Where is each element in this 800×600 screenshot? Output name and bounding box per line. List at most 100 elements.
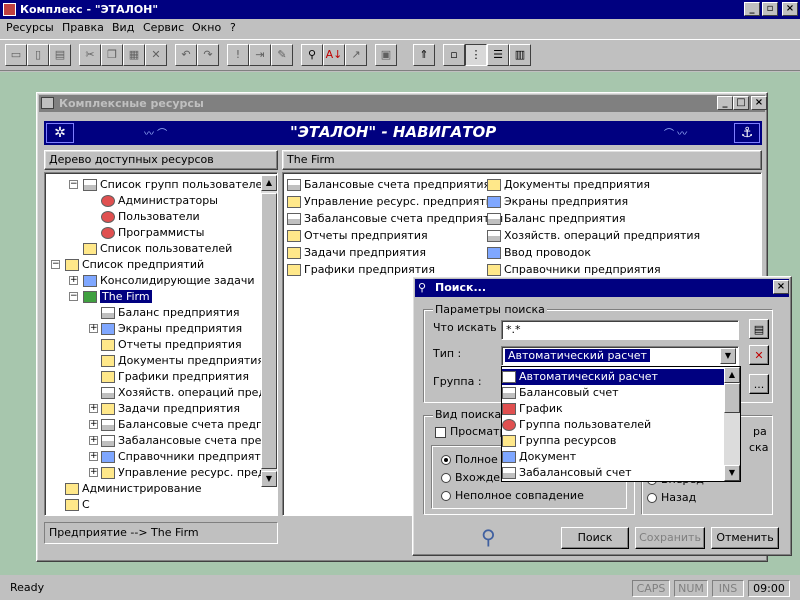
menu-help[interactable]: ? <box>230 21 236 34</box>
restore-button[interactable]: ▫ <box>762 2 778 16</box>
dropdown-option[interactable]: Автоматический расчет <box>502 369 724 385</box>
scroll-down-button[interactable]: ▼ <box>261 471 277 487</box>
clear-button[interactable]: ✕ <box>749 345 769 365</box>
details-icon[interactable]: ▥ <box>509 44 531 66</box>
dropdown-option[interactable]: Группа пользователей <box>502 417 724 433</box>
tree-item[interactable]: Графики предприятия <box>101 369 249 385</box>
tree-expander[interactable]: + <box>89 452 98 461</box>
browse-file-button[interactable]: ▤ <box>749 319 769 339</box>
tree-item[interactable]: Список групп пользователей <box>83 177 269 193</box>
tree-item[interactable]: Администрирование <box>65 481 202 497</box>
tree-item[interactable]: Список пользователей <box>83 241 232 257</box>
tree-item[interactable]: Программисты <box>101 225 204 241</box>
child-minimize-button[interactable]: _ <box>717 96 733 110</box>
tree-expander[interactable]: + <box>89 324 98 333</box>
tree-item-selected[interactable]: The Firm <box>83 289 152 305</box>
dropdown-option[interactable]: Забалансовый счет <box>502 465 724 481</box>
copy-icon[interactable]: ❐ <box>101 44 123 66</box>
properties-icon[interactable]: ▣ <box>375 44 397 66</box>
cancel-button[interactable]: Отменить <box>711 527 779 549</box>
dropdown-scroll-down[interactable]: ▼ <box>724 465 740 481</box>
redo-icon[interactable]: ↷ <box>197 44 219 66</box>
dropdown-scroll-up[interactable]: ▲ <box>724 367 740 383</box>
anchor-icon[interactable]: ⚓ <box>734 123 760 143</box>
resource-tree[interactable]: − Список групп пользователей Администрат… <box>44 172 278 516</box>
sign-icon[interactable]: ↗ <box>345 44 367 66</box>
find-icon[interactable]: ⚲ <box>301 44 323 66</box>
tree-expander[interactable]: − <box>69 180 78 189</box>
tree-expander[interactable]: + <box>89 436 98 445</box>
tree-item[interactable]: Список предприятий <box>65 257 204 273</box>
tree-item[interactable]: Балансовые счета предпри <box>101 417 277 433</box>
list-item[interactable]: Документы предприятия <box>487 177 650 193</box>
menu-view[interactable]: Вид <box>112 21 134 34</box>
menu-edit[interactable]: Правка <box>62 21 104 34</box>
list-item[interactable]: Экраны предприятия <box>487 194 628 210</box>
tree-vscrollbar[interactable]: ▲ ▼ <box>261 175 277 487</box>
child-close-button[interactable]: × <box>751 96 767 110</box>
menu-resources[interactable]: Ресурсы <box>6 21 54 34</box>
undo-icon[interactable]: ↶ <box>175 44 197 66</box>
sort-az-icon[interactable]: A↓ <box>323 44 345 66</box>
exclamation-icon[interactable]: ! <box>227 44 249 66</box>
list-item[interactable]: Отчеты предприятия <box>287 228 428 244</box>
match-partial-radio[interactable]: Неполное совпадение <box>441 489 584 502</box>
group-browse-button[interactable]: ... <box>749 374 769 394</box>
tree-item[interactable]: Хозяйств. операций предпр <box>101 385 277 401</box>
tree-item[interactable]: Отчеты предприятия <box>101 337 242 353</box>
folder-up-icon[interactable]: ⇑ <box>413 44 435 66</box>
print-preview-icon[interactable]: ▯ <box>27 44 49 66</box>
dialog-close-button[interactable]: × <box>773 280 789 294</box>
child-maximize-button[interactable]: □ <box>733 96 749 110</box>
dropdown-scroll-thumb[interactable] <box>724 383 740 413</box>
list-item[interactable]: Забалансовые счета предприятия <box>287 211 503 227</box>
tree-expander[interactable]: + <box>69 276 78 285</box>
edit-icon[interactable]: ✎ <box>271 44 293 66</box>
delete-icon[interactable]: ✕ <box>145 44 167 66</box>
dropdown-option[interactable]: Группа ресурсов <box>502 433 724 449</box>
paste-icon[interactable]: ▦ <box>123 44 145 66</box>
tree-item[interactable]: Баланс предприятия <box>101 305 239 321</box>
dropdown-option[interactable]: Балансовый счет <box>502 385 724 401</box>
search-button[interactable]: Поиск <box>561 527 629 549</box>
list-item[interactable]: Задачи предприятия <box>287 245 426 261</box>
tree-item[interactable]: Забалансовые счета предп <box>101 433 276 449</box>
scroll-thumb[interactable] <box>261 193 277 469</box>
close-button[interactable]: × <box>782 2 798 16</box>
cut-icon[interactable]: ✂ <box>79 44 101 66</box>
small-icons-icon[interactable]: ⋮ <box>465 44 487 66</box>
list-item[interactable]: Управление ресурс. предприятия <box>287 194 500 210</box>
dropdown-option[interactable]: График <box>502 401 724 417</box>
save-icon[interactable]: ▭ <box>5 44 27 66</box>
dropdown-scrollbar[interactable]: ▲ ▼ <box>724 367 740 481</box>
tree-expander[interactable]: + <box>89 420 98 429</box>
list-item[interactable]: Хозяйств. операций предприятия <box>487 228 700 244</box>
tree-item[interactable]: Администраторы <box>101 193 218 209</box>
direction-backward-radio[interactable]: Назад <box>647 491 696 504</box>
tree-item[interactable]: Документы предприятия <box>101 353 264 369</box>
tree-item[interactable]: Пользователи <box>101 209 200 225</box>
print-icon[interactable]: ▤ <box>49 44 71 66</box>
scroll-up-button[interactable]: ▲ <box>261 175 277 191</box>
tree-item[interactable]: С <box>65 497 90 513</box>
tree-item[interactable]: Справочники предприятия <box>101 449 275 465</box>
save-button[interactable]: Сохранить <box>635 527 705 549</box>
tree-item[interactable]: Управление ресурс. предп <box>101 465 273 481</box>
list-item[interactable]: Баланс предприятия <box>487 211 625 227</box>
minimize-button[interactable]: _ <box>744 2 760 16</box>
type-select[interactable]: Автоматический расчет ▼ <box>501 346 739 366</box>
view-checkbox[interactable]: Просматр <box>435 425 506 438</box>
tree-item[interactable]: Консолидирующие задачи <box>83 273 255 289</box>
what-input[interactable]: *.* <box>501 320 739 340</box>
match-full-radio[interactable]: Полное с <box>441 453 507 466</box>
type-dropdown-button[interactable]: ▼ <box>720 348 736 364</box>
tree-item[interactable]: Экраны предприятия <box>101 321 242 337</box>
dropdown-option[interactable]: Документ <box>502 449 724 465</box>
list-item[interactable]: Ввод проводок <box>487 245 591 261</box>
tree-expander[interactable]: − <box>69 292 78 301</box>
list-icon[interactable]: ☰ <box>487 44 509 66</box>
tree-expander[interactable]: + <box>89 468 98 477</box>
list-item[interactable]: Балансовые счета предприятия <box>287 177 490 193</box>
large-icons-icon[interactable]: ▫ <box>443 44 465 66</box>
tree-expander[interactable]: + <box>89 404 98 413</box>
